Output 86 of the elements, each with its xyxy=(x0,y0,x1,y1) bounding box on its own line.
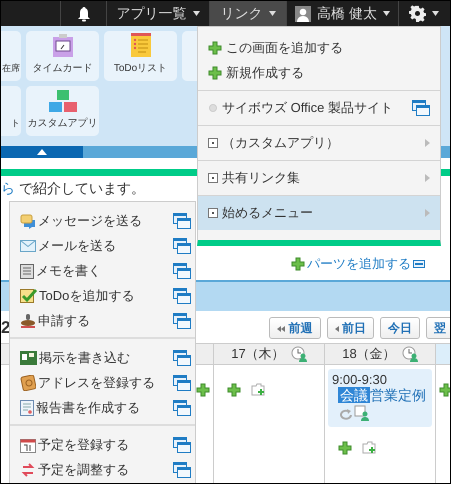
new-window-icon[interactable] xyxy=(173,288,191,304)
minus-icon[interactable] xyxy=(413,260,425,268)
swap-arrows-icon xyxy=(20,462,36,478)
link-menu-item[interactable]: （カスタムアプリ） xyxy=(198,126,440,160)
plus-icon[interactable] xyxy=(338,441,352,455)
new-window-icon[interactable] xyxy=(173,400,191,416)
calendar-nav-button[interactable]: 前週 xyxy=(269,317,321,339)
caret-icon xyxy=(382,11,390,16)
bulletin-board-icon xyxy=(20,350,37,364)
checklist-icon xyxy=(20,288,37,304)
submenu-arrow-icon xyxy=(425,209,430,217)
caret-icon xyxy=(432,11,439,16)
new-window-icon[interactable] xyxy=(173,238,191,254)
plus-icon[interactable] xyxy=(439,383,450,397)
collapse-arrow-icon[interactable] xyxy=(37,149,47,155)
new-window-icon[interactable] xyxy=(173,350,191,366)
link-menu-item[interactable]: 共有リンク集 xyxy=(198,161,440,195)
new-window-icon[interactable] xyxy=(173,312,191,328)
link-menu-item[interactable]: この画面を追加する xyxy=(198,35,440,60)
new-window-icon[interactable] xyxy=(173,436,191,452)
clock-person-icon[interactable] xyxy=(290,346,307,362)
plus-icon[interactable] xyxy=(291,257,305,271)
plus-icon[interactable] xyxy=(227,383,241,397)
stamp-icon xyxy=(20,312,36,328)
new-window-icon[interactable] xyxy=(173,212,191,228)
add-icon[interactable] xyxy=(208,66,222,80)
link-menu-item[interactable]: 新規作成する xyxy=(198,60,440,85)
start-menu-item[interactable]: ToDoを追加する xyxy=(10,283,195,308)
app-tile[interactable]: 在席 xyxy=(1,31,21,81)
start-menu-item[interactable]: メールを送る xyxy=(10,233,195,258)
plus-icon[interactable] xyxy=(196,383,210,397)
bell-icon[interactable] xyxy=(76,6,92,22)
start-menu-item[interactable]: 申請する xyxy=(10,308,195,333)
clock-person-icon[interactable] xyxy=(402,346,418,362)
folder-plus-icon[interactable] xyxy=(251,383,267,397)
caret-icon xyxy=(268,11,276,16)
event-title[interactable]: 営業定例 xyxy=(370,387,426,403)
repeat-icon xyxy=(340,409,354,421)
start-menu-item[interactable]: アドレスを登録する xyxy=(10,370,195,395)
timecard-icon xyxy=(52,34,74,58)
facility-person-icon xyxy=(354,405,370,421)
dot-icon xyxy=(208,103,218,113)
caret-icon xyxy=(192,11,200,16)
link-menu-item[interactable]: サイボウズ Office 製品サイト xyxy=(198,91,440,125)
address-book-icon xyxy=(20,374,36,390)
event-card[interactable]: 9:00-9:30 会議 営業定例 xyxy=(328,369,432,427)
new-window-icon[interactable] xyxy=(173,462,191,478)
settings-icon xyxy=(409,5,426,22)
notepad-icon xyxy=(20,262,34,278)
report-icon xyxy=(20,400,34,416)
speech-bubble-icon xyxy=(20,212,36,228)
app-tile[interactable]: カスタムアプリ xyxy=(26,86,99,136)
add-parts-link[interactable]: パーツを追加する xyxy=(307,255,411,273)
link-menu-item[interactable]: 始めるメニュー xyxy=(198,196,440,230)
folder-plus-icon[interactable] xyxy=(362,441,378,455)
app-tile[interactable]: ToDoリスト xyxy=(104,31,177,81)
day-header: 18（金） xyxy=(342,345,396,363)
intro-text-link[interactable]: ら xyxy=(1,180,15,196)
person-icon xyxy=(295,6,312,22)
start-menu-item[interactable]: メッセージを送る xyxy=(10,208,195,233)
calendar-nav-button[interactable]: 今日 xyxy=(380,317,420,339)
blocks-icon xyxy=(48,89,78,113)
meeting-tag: 会議 xyxy=(338,387,370,403)
start-menu-item[interactable]: 予定を登録する xyxy=(10,432,195,457)
add-icon[interactable] xyxy=(208,40,222,54)
start-menu-item[interactable]: 報告書を作成する xyxy=(10,395,195,420)
intro-text: で紹介しています。 xyxy=(18,180,145,196)
calendar-nav-button[interactable]: 前日 xyxy=(326,317,374,339)
left-arrow-icon xyxy=(334,326,339,332)
new-window-icon[interactable] xyxy=(173,262,191,278)
submenu-arrow-icon xyxy=(425,174,430,182)
submenu-arrow-icon xyxy=(425,139,430,147)
calendar-icon xyxy=(20,436,36,452)
start-menu-item[interactable]: 掲示を書き込む xyxy=(10,345,195,370)
app-tile[interactable]: ト xyxy=(1,86,21,136)
envelope-icon xyxy=(20,240,36,252)
calendar-nav-button[interactable]: 翌 xyxy=(426,317,450,339)
todo-list-icon xyxy=(130,32,152,58)
nav-menu-tab[interactable]: リンク xyxy=(209,1,286,26)
new-window-icon[interactable] xyxy=(412,100,430,116)
app-tile[interactable]: タイムカード xyxy=(26,31,99,81)
start-menu-item[interactable]: 予定を調整する xyxy=(10,457,195,482)
event-time: 9:00-9:30 xyxy=(332,372,388,387)
start-menu-item[interactable]: メモを書く xyxy=(10,258,195,283)
new-window-icon[interactable] xyxy=(173,374,191,390)
day-header: 17（木） xyxy=(231,345,285,363)
